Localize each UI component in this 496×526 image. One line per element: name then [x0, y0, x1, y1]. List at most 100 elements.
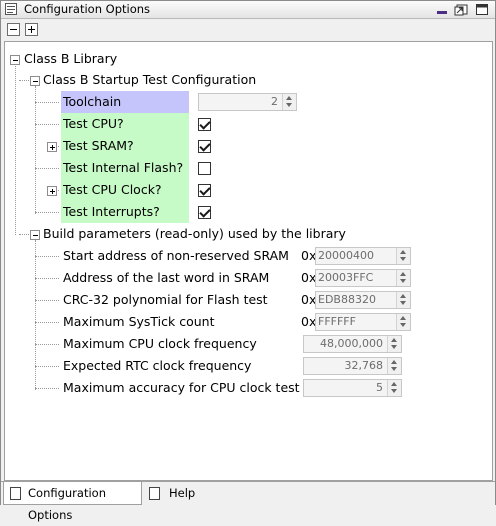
tree-guide-line [35, 86, 36, 214]
spinner-up-icon[interactable] [391, 360, 397, 364]
last-word-address-field[interactable]: 20003FFC [315, 269, 411, 287]
toolchain-spinner[interactable]: 2 [198, 93, 297, 111]
collapse-all-button[interactable] [7, 23, 20, 36]
tree-guide-line [35, 124, 59, 125]
toolchain-label[interactable]: Toolchain [63, 91, 121, 113]
test-cpu-clock-checkbox[interactable] [198, 184, 211, 197]
configuration-options-tab-icon [10, 487, 21, 500]
test-internal-flash-checkbox[interactable] [198, 162, 211, 175]
systick-count-field[interactable]: FFFFFF [315, 313, 411, 331]
test-sram-label[interactable]: Test SRAM? [63, 135, 134, 157]
spinner-arrows[interactable] [396, 292, 410, 308]
crc-polynomial-label: CRC-32 polynomial for Flash test [63, 292, 268, 307]
spinner-down-icon[interactable] [400, 301, 406, 305]
last-word-address-value: 20003FFC [318, 271, 374, 284]
rtc-clock-label: Expected RTC clock frequency [63, 358, 252, 373]
collapse-build-params-toggle[interactable] [30, 230, 40, 240]
tree-node-build-parameters[interactable]: Build parameters (read-only) used by the… [43, 223, 346, 245]
spinner-down-icon[interactable] [391, 345, 397, 349]
tree-node-class-b-library[interactable]: Class B Library [24, 48, 117, 70]
collapse-root-toggle[interactable] [10, 55, 20, 65]
spinner-arrows[interactable] [396, 314, 410, 330]
maximize-button[interactable] [474, 2, 490, 17]
spinner-up-icon[interactable] [286, 96, 292, 100]
toolbar [1, 19, 495, 41]
tree-guide-line [35, 388, 59, 389]
last-word-address-label: Address of the last word in SRAM [63, 270, 270, 285]
start-address-field[interactable]: 20000400 [315, 247, 411, 265]
configuration-options-window: Configuration Options Class B Library Cl… [0, 0, 496, 522]
tab-help[interactable]: Help [143, 482, 201, 504]
rtc-clock-field[interactable]: 32,768 [303, 357, 402, 375]
checkmark-icon [199, 118, 211, 130]
max-cpu-clock-value: 48,000,000 [320, 337, 383, 350]
spinner-up-icon[interactable] [400, 316, 406, 320]
spinner-down-icon[interactable] [400, 279, 406, 283]
test-interrupts-label[interactable]: Test Interrupts? [63, 201, 160, 223]
tree-guide-line [19, 234, 29, 235]
systick-count-label: Maximum SysTick count [63, 314, 215, 329]
crc-polynomial-field[interactable]: EDB88320 [315, 291, 411, 309]
crc-polynomial-value: EDB88320 [318, 293, 376, 306]
tree-guide-line [35, 366, 59, 367]
tree-guide-line [19, 80, 29, 81]
spinner-arrows[interactable] [387, 358, 401, 374]
max-cpu-clock-field[interactable]: 48,000,000 [303, 335, 402, 353]
spinner-arrows[interactable] [387, 336, 401, 352]
start-address-value: 20000400 [318, 249, 374, 262]
spinner-down-icon[interactable] [400, 323, 406, 327]
spinner-arrows[interactable] [387, 380, 401, 396]
tree-guide-line [35, 240, 36, 390]
float-window-button[interactable] [453, 2, 469, 17]
expand-test-sram-toggle[interactable] [47, 142, 57, 152]
spinner-arrows[interactable] [396, 248, 410, 264]
max-accuracy-value: 5 [376, 381, 383, 394]
collapse-startup-toggle[interactable] [30, 76, 40, 86]
spinner-up-icon[interactable] [400, 272, 406, 276]
tree-guide-line [35, 256, 59, 257]
window-title: Configuration Options [24, 2, 151, 16]
checkmark-icon [199, 206, 211, 218]
spinner-down-icon[interactable] [391, 367, 397, 371]
test-interrupts-checkbox[interactable] [198, 206, 211, 219]
test-cpu-label[interactable]: Test CPU? [63, 113, 124, 135]
spinner-arrows[interactable] [282, 94, 296, 110]
spinner-up-icon[interactable] [400, 250, 406, 254]
bottom-tab-bar: Configuration Options Help [1, 481, 495, 522]
test-cpu-clock-label[interactable]: Test CPU Clock? [63, 179, 162, 201]
spinner-arrows[interactable] [396, 270, 410, 286]
tab-configuration-options[interactable]: Configuration Options [3, 482, 142, 522]
spinner-up-icon[interactable] [391, 338, 397, 342]
tree-guide-line [35, 344, 59, 345]
configuration-options-icon [5, 3, 17, 15]
spinner-down-icon[interactable] [286, 103, 292, 107]
tree-guide-line [35, 168, 59, 169]
test-cpu-checkbox[interactable] [198, 118, 211, 131]
max-accuracy-field[interactable]: 5 [303, 379, 402, 397]
spinner-up-icon[interactable] [400, 294, 406, 298]
tree-guide-line [35, 278, 59, 279]
systick-count-value: FFFFFF [318, 315, 356, 328]
expand-all-button[interactable] [25, 23, 38, 36]
help-tab-icon [149, 487, 160, 500]
spinner-down-icon[interactable] [391, 389, 397, 393]
tree-guide-line [35, 322, 59, 323]
rtc-clock-value: 32,768 [344, 359, 384, 372]
tree-guide-line [35, 102, 59, 103]
test-internal-flash-label[interactable]: Test Internal Flash? [63, 157, 183, 179]
tree-guide-line [15, 63, 16, 235]
tab-help-label: Help [169, 486, 196, 500]
start-address-label: Start address of non-reserved SRAM [63, 248, 289, 263]
options-tree-panel: Class B Library Class B Startup Test Con… [4, 41, 493, 481]
tree-guide-line [35, 300, 59, 301]
minimize-button[interactable] [434, 2, 450, 17]
max-accuracy-label: Maximum accuracy for CPU clock test [63, 380, 300, 395]
test-sram-checkbox[interactable] [198, 140, 211, 153]
spinner-down-icon[interactable] [400, 257, 406, 261]
tree-node-startup-config[interactable]: Class B Startup Test Configuration [43, 69, 256, 91]
spinner-up-icon[interactable] [391, 382, 397, 386]
checkmark-icon [199, 140, 211, 152]
tree-guide-line [35, 212, 59, 213]
max-cpu-clock-label: Maximum CPU clock frequency [63, 336, 257, 351]
expand-test-cpu-clock-toggle[interactable] [47, 186, 57, 196]
